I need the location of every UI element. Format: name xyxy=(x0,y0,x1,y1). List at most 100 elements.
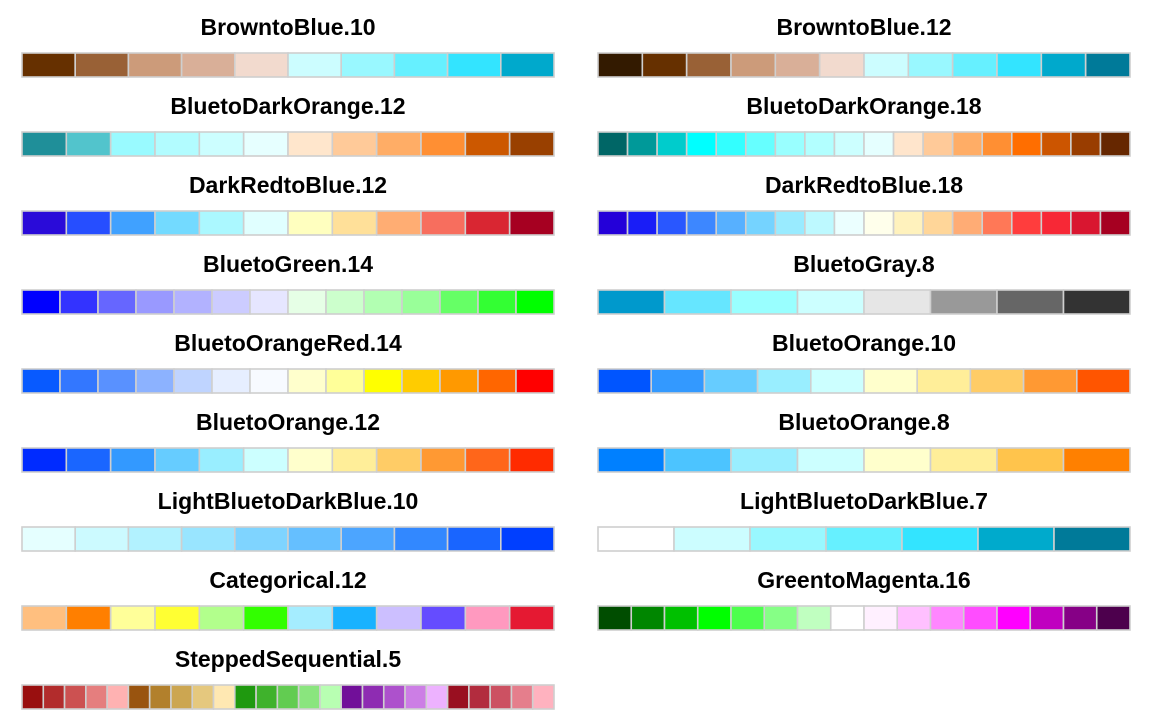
color-swatch xyxy=(730,289,799,315)
color-swatch xyxy=(829,605,865,631)
color-swatch xyxy=(212,684,236,710)
color-swatch xyxy=(154,605,201,631)
color-swatch xyxy=(85,684,108,710)
color-swatch xyxy=(468,684,491,710)
color-swatch xyxy=(996,447,1065,473)
color-swatch xyxy=(59,289,99,315)
palette-panel: Categorical.12 xyxy=(21,567,555,631)
palette-title: LightBluetoDarkBlue.10 xyxy=(158,488,419,514)
color-swatch xyxy=(825,526,903,552)
color-swatch xyxy=(833,131,865,157)
color-swatch xyxy=(382,684,406,710)
palette-panel: GreentoMagenta.16 xyxy=(597,567,1131,631)
color-swatch xyxy=(198,210,245,236)
color-swatch xyxy=(439,289,479,315)
color-swatch xyxy=(401,368,441,394)
color-swatch xyxy=(922,210,954,236)
palette-title: GreentoMagenta.16 xyxy=(757,567,970,593)
color-swatch xyxy=(198,605,245,631)
palette-title: LightBluetoDarkBlue.7 xyxy=(740,488,988,514)
color-swatch xyxy=(276,684,300,710)
color-swatch xyxy=(211,368,251,394)
palette-panel: BluetoOrangeRed.14 xyxy=(21,330,555,394)
color-swatch xyxy=(597,289,666,315)
color-swatch xyxy=(404,684,428,710)
color-swatch xyxy=(446,684,470,710)
color-swatch xyxy=(597,368,653,394)
palette-title: BluetoDarkOrange.12 xyxy=(170,93,405,119)
color-swatch xyxy=(863,131,895,157)
color-swatch xyxy=(65,131,112,157)
color-swatch xyxy=(21,289,61,315)
color-swatch xyxy=(74,52,130,78)
color-swatch xyxy=(833,210,865,236)
color-swatch xyxy=(65,210,112,236)
color-swatch xyxy=(154,447,201,473)
color-swatch xyxy=(673,526,751,552)
color-swatch xyxy=(656,131,688,157)
color-swatch xyxy=(744,131,777,157)
palette-title: DarkRedtoBlue.12 xyxy=(189,172,387,198)
color-swatch xyxy=(696,605,732,631)
palette-panel: BluetoDarkOrange.12 xyxy=(21,93,555,157)
color-swatch xyxy=(127,684,151,710)
color-swatch xyxy=(375,131,422,157)
color-swatch xyxy=(420,131,467,157)
color-swatch xyxy=(420,210,467,236)
color-swatch xyxy=(287,210,334,236)
color-swatch xyxy=(106,684,130,710)
palette-panel: BluetoDarkOrange.18 xyxy=(597,93,1131,157)
color-swatch xyxy=(154,210,201,236)
color-swatch xyxy=(763,605,799,631)
color-swatch xyxy=(97,289,137,315)
color-swatch xyxy=(173,289,213,315)
color-swatch xyxy=(499,526,555,552)
color-swatch xyxy=(1076,368,1131,394)
color-swatch xyxy=(464,447,511,473)
color-swatch xyxy=(135,368,175,394)
palette-panel: LightBluetoDarkBlue.10 xyxy=(21,488,555,552)
color-swatch xyxy=(325,289,365,315)
color-swatch xyxy=(1022,368,1078,394)
color-swatch xyxy=(109,447,156,473)
color-swatch xyxy=(287,289,327,315)
palette-panel: SteppedSequential.5 xyxy=(21,646,555,710)
color-swatch xyxy=(650,368,706,394)
color-swatch xyxy=(756,368,812,394)
palette-title: BluetoGreen.14 xyxy=(203,251,373,277)
palette-panel: BluetoGreen.14 xyxy=(21,251,555,315)
color-swatch xyxy=(393,52,449,78)
color-swatch xyxy=(863,447,932,473)
color-swatch xyxy=(996,289,1065,315)
color-swatch xyxy=(641,52,688,78)
color-swatch xyxy=(663,447,732,473)
color-swatch xyxy=(951,210,984,236)
color-swatch xyxy=(508,605,555,631)
color-swatch xyxy=(211,289,251,315)
color-swatch xyxy=(340,526,396,552)
color-swatch xyxy=(65,605,112,631)
color-swatch xyxy=(287,605,334,631)
color-swatch xyxy=(401,289,441,315)
color-swatch xyxy=(477,368,517,394)
palette-panel: DarkRedtoBlue.18 xyxy=(597,172,1131,236)
color-swatch xyxy=(510,684,534,710)
color-swatch xyxy=(796,605,832,631)
color-swatch xyxy=(796,289,865,315)
color-swatch xyxy=(191,684,215,710)
color-swatch xyxy=(996,52,1043,78)
color-swatch xyxy=(730,447,799,473)
color-swatch xyxy=(951,131,984,157)
color-swatch xyxy=(796,447,865,473)
palette-panel: BrowntoBlue.12 xyxy=(597,14,1131,78)
color-swatch xyxy=(774,52,821,78)
palette-panel: BluetoOrange.10 xyxy=(597,330,1131,394)
color-swatch xyxy=(630,605,666,631)
color-swatch xyxy=(804,131,836,157)
palette-panel: BluetoOrange.12 xyxy=(21,409,555,473)
color-swatch xyxy=(375,447,422,473)
color-swatch xyxy=(981,131,1013,157)
color-swatch xyxy=(863,52,910,78)
color-swatch xyxy=(929,605,965,631)
color-swatch xyxy=(892,131,924,157)
